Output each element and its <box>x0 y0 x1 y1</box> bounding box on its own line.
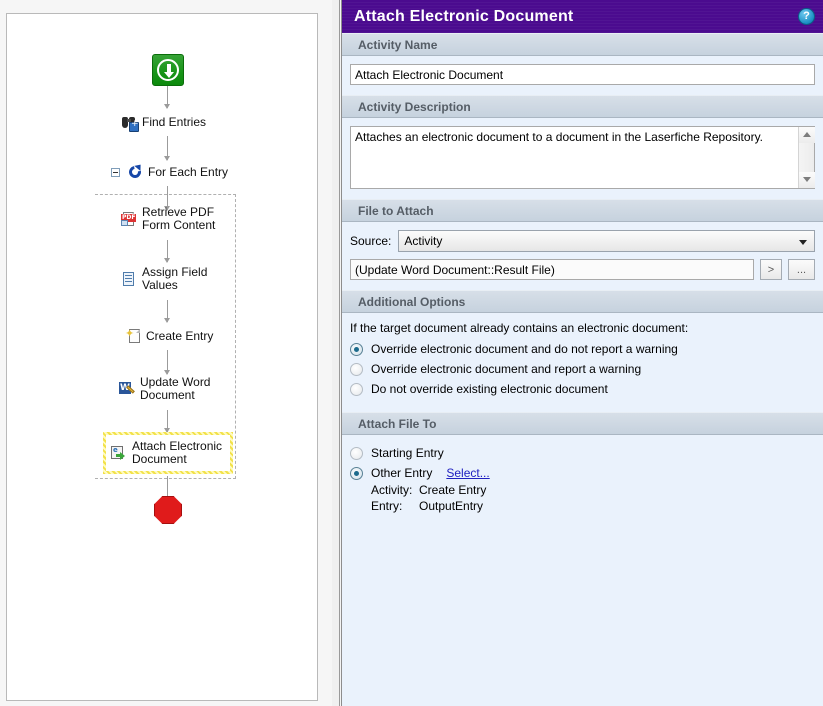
radio-button[interactable] <box>350 466 363 480</box>
download-arrow-head <box>164 72 174 78</box>
pdf-form-icon: PDF <box>121 211 137 227</box>
section-header-additional-options: Additional Options <box>342 290 823 313</box>
loop-arrow-icon <box>126 162 144 181</box>
word-document-icon: W <box>119 381 135 397</box>
description-scrollbar[interactable] <box>798 127 815 188</box>
node-label-line2: Document <box>140 388 195 402</box>
radio-label: Other Entry <box>371 466 433 480</box>
panel-splitter[interactable] <box>332 0 340 706</box>
section-body-activity-description: Attaches an electronic document to a doc… <box>342 118 823 199</box>
node-label: Create Entry <box>146 328 214 343</box>
radio-label: Do not override existing electronic docu… <box>371 382 608 396</box>
node-assign-field-values[interactable]: Assign Field Values <box>121 266 207 292</box>
node-attach-electronic-document[interactable]: e Attach Electronic Document <box>103 432 234 474</box>
radio-button[interactable] <box>350 342 363 356</box>
connector-attach-edoc-to-stop <box>167 476 168 498</box>
workflow-canvas-panel: Find Entries For Each Entry PDF <box>0 0 332 706</box>
scroll-up-icon[interactable] <box>799 127 815 143</box>
file-token-input[interactable]: (Update Word Document::Result File) <box>350 259 754 280</box>
page-title: Attach Electronic Document <box>354 7 574 25</box>
node-create-entry[interactable]: ✦ Create Entry <box>125 328 213 344</box>
file-token-value: (Update Word Document::Result File) <box>355 262 555 277</box>
connector-find-entries-to-for-each <box>164 136 170 161</box>
node-label: For Each Entry <box>148 164 229 179</box>
radio-row-override-no-warning[interactable]: Override electronic document and do not … <box>350 342 815 356</box>
attach-edoc-icon: e <box>111 445 127 461</box>
node-label-group: Attach Electronic Document <box>132 440 222 466</box>
dialog-title-bar: Attach Electronic Document ? <box>342 0 823 33</box>
detail-row-entry: Entry: OutputEntry <box>371 498 815 514</box>
detail-row-activity: Activity: Create Entry <box>371 482 815 498</box>
section-body-file-to-attach: Source: Activity (Update Word Document::… <box>342 222 823 290</box>
node-label: Find Entries <box>142 114 207 129</box>
source-row: Source: Activity <box>350 230 815 252</box>
for-each-expander[interactable] <box>111 168 120 177</box>
node-for-each-entry[interactable]: For Each Entry <box>126 162 229 181</box>
node-label-group: Assign Field Values <box>142 266 207 292</box>
section-body-activity-name <box>342 56 823 95</box>
radio-button[interactable] <box>350 362 363 376</box>
node-label-line2: Document <box>132 452 187 466</box>
radio-label: Override electronic document and report … <box>371 362 642 376</box>
source-select[interactable]: Activity <box>398 230 815 252</box>
radio-row-starting-entry[interactable]: Starting Entry <box>350 446 815 460</box>
radio-button[interactable] <box>350 446 363 460</box>
activity-name-input[interactable] <box>350 64 815 85</box>
radio-row-do-not-override[interactable]: Do not override existing electronic docu… <box>350 382 815 396</box>
start-node[interactable] <box>152 54 184 86</box>
section-header-activity-name: Activity Name <box>342 33 823 56</box>
scroll-down-icon[interactable] <box>799 172 815 188</box>
node-label-line2: Form Content <box>142 218 216 232</box>
connector-start-to-find-entries <box>164 86 170 109</box>
new-entry-icon: ✦ <box>125 328 141 344</box>
radio-label: Starting Entry <box>371 446 444 460</box>
detail-value: OutputEntry <box>419 499 484 513</box>
radio-label: Override electronic document and do not … <box>371 342 678 356</box>
detail-key: Entry: <box>371 499 403 513</box>
node-retrieve-pdf-form-content[interactable]: PDF Retrieve PDF Form Content <box>121 206 215 232</box>
source-label: Source: <box>350 234 392 248</box>
section-body-attach-file-to: Starting Entry Other Entry Select... Act… <box>342 435 823 524</box>
detail-value: Create Entry <box>419 483 487 497</box>
section-header-file-to-attach: File to Attach <box>342 199 823 222</box>
radio-row-other-entry[interactable]: Other Entry Select... <box>350 466 815 480</box>
chevron-down-icon <box>799 240 807 245</box>
node-find-entries[interactable]: Find Entries <box>121 114 207 132</box>
connector-create-entry-to-update-word <box>164 350 170 375</box>
section-header-activity-description: Activity Description <box>342 95 823 118</box>
workflow-canvas[interactable]: Find Entries For Each Entry PDF <box>6 13 318 701</box>
additional-options-hint: If the target document already contains … <box>350 321 689 335</box>
radio-row-override-with-warning[interactable]: Override electronic document and report … <box>350 362 815 376</box>
activity-description-textarea[interactable]: Attaches an electronic document to a doc… <box>350 126 815 189</box>
source-select-value: Activity <box>404 234 443 248</box>
radio-button[interactable] <box>350 382 363 396</box>
insert-token-button[interactable]: > <box>760 259 782 280</box>
node-label-group: Retrieve PDF Form Content <box>142 206 215 232</box>
help-icon[interactable]: ? <box>798 8 815 25</box>
file-value-row: (Update Word Document::Result File) > ..… <box>350 259 815 280</box>
select-entry-link[interactable]: Select... <box>446 466 489 480</box>
field-values-icon <box>121 271 137 287</box>
activity-description-text: Attaches an electronic document to a doc… <box>355 130 764 144</box>
detail-key: Activity: <box>371 483 413 497</box>
activity-properties-panel: Attach Electronic Document ? Activity Na… <box>341 0 823 706</box>
browse-button[interactable]: ... <box>788 259 815 280</box>
node-label-group: Update Word Document <box>140 376 210 402</box>
connector-update-word-to-attach-edoc <box>164 410 170 433</box>
connector-retrieve-pdf-to-assign-field <box>164 240 170 263</box>
section-body-additional-options: If the target document already contains … <box>342 313 823 412</box>
stop-node[interactable] <box>154 496 182 524</box>
workflow-designer-window: Find Entries For Each Entry PDF <box>0 0 823 706</box>
section-header-attach-file-to: Attach File To <box>342 412 823 435</box>
binoculars-icon <box>121 114 139 132</box>
connector-assign-field-to-create-entry <box>164 300 170 323</box>
node-label-line2: Values <box>142 278 178 292</box>
node-update-word-document[interactable]: W Update Word Document <box>119 376 210 402</box>
